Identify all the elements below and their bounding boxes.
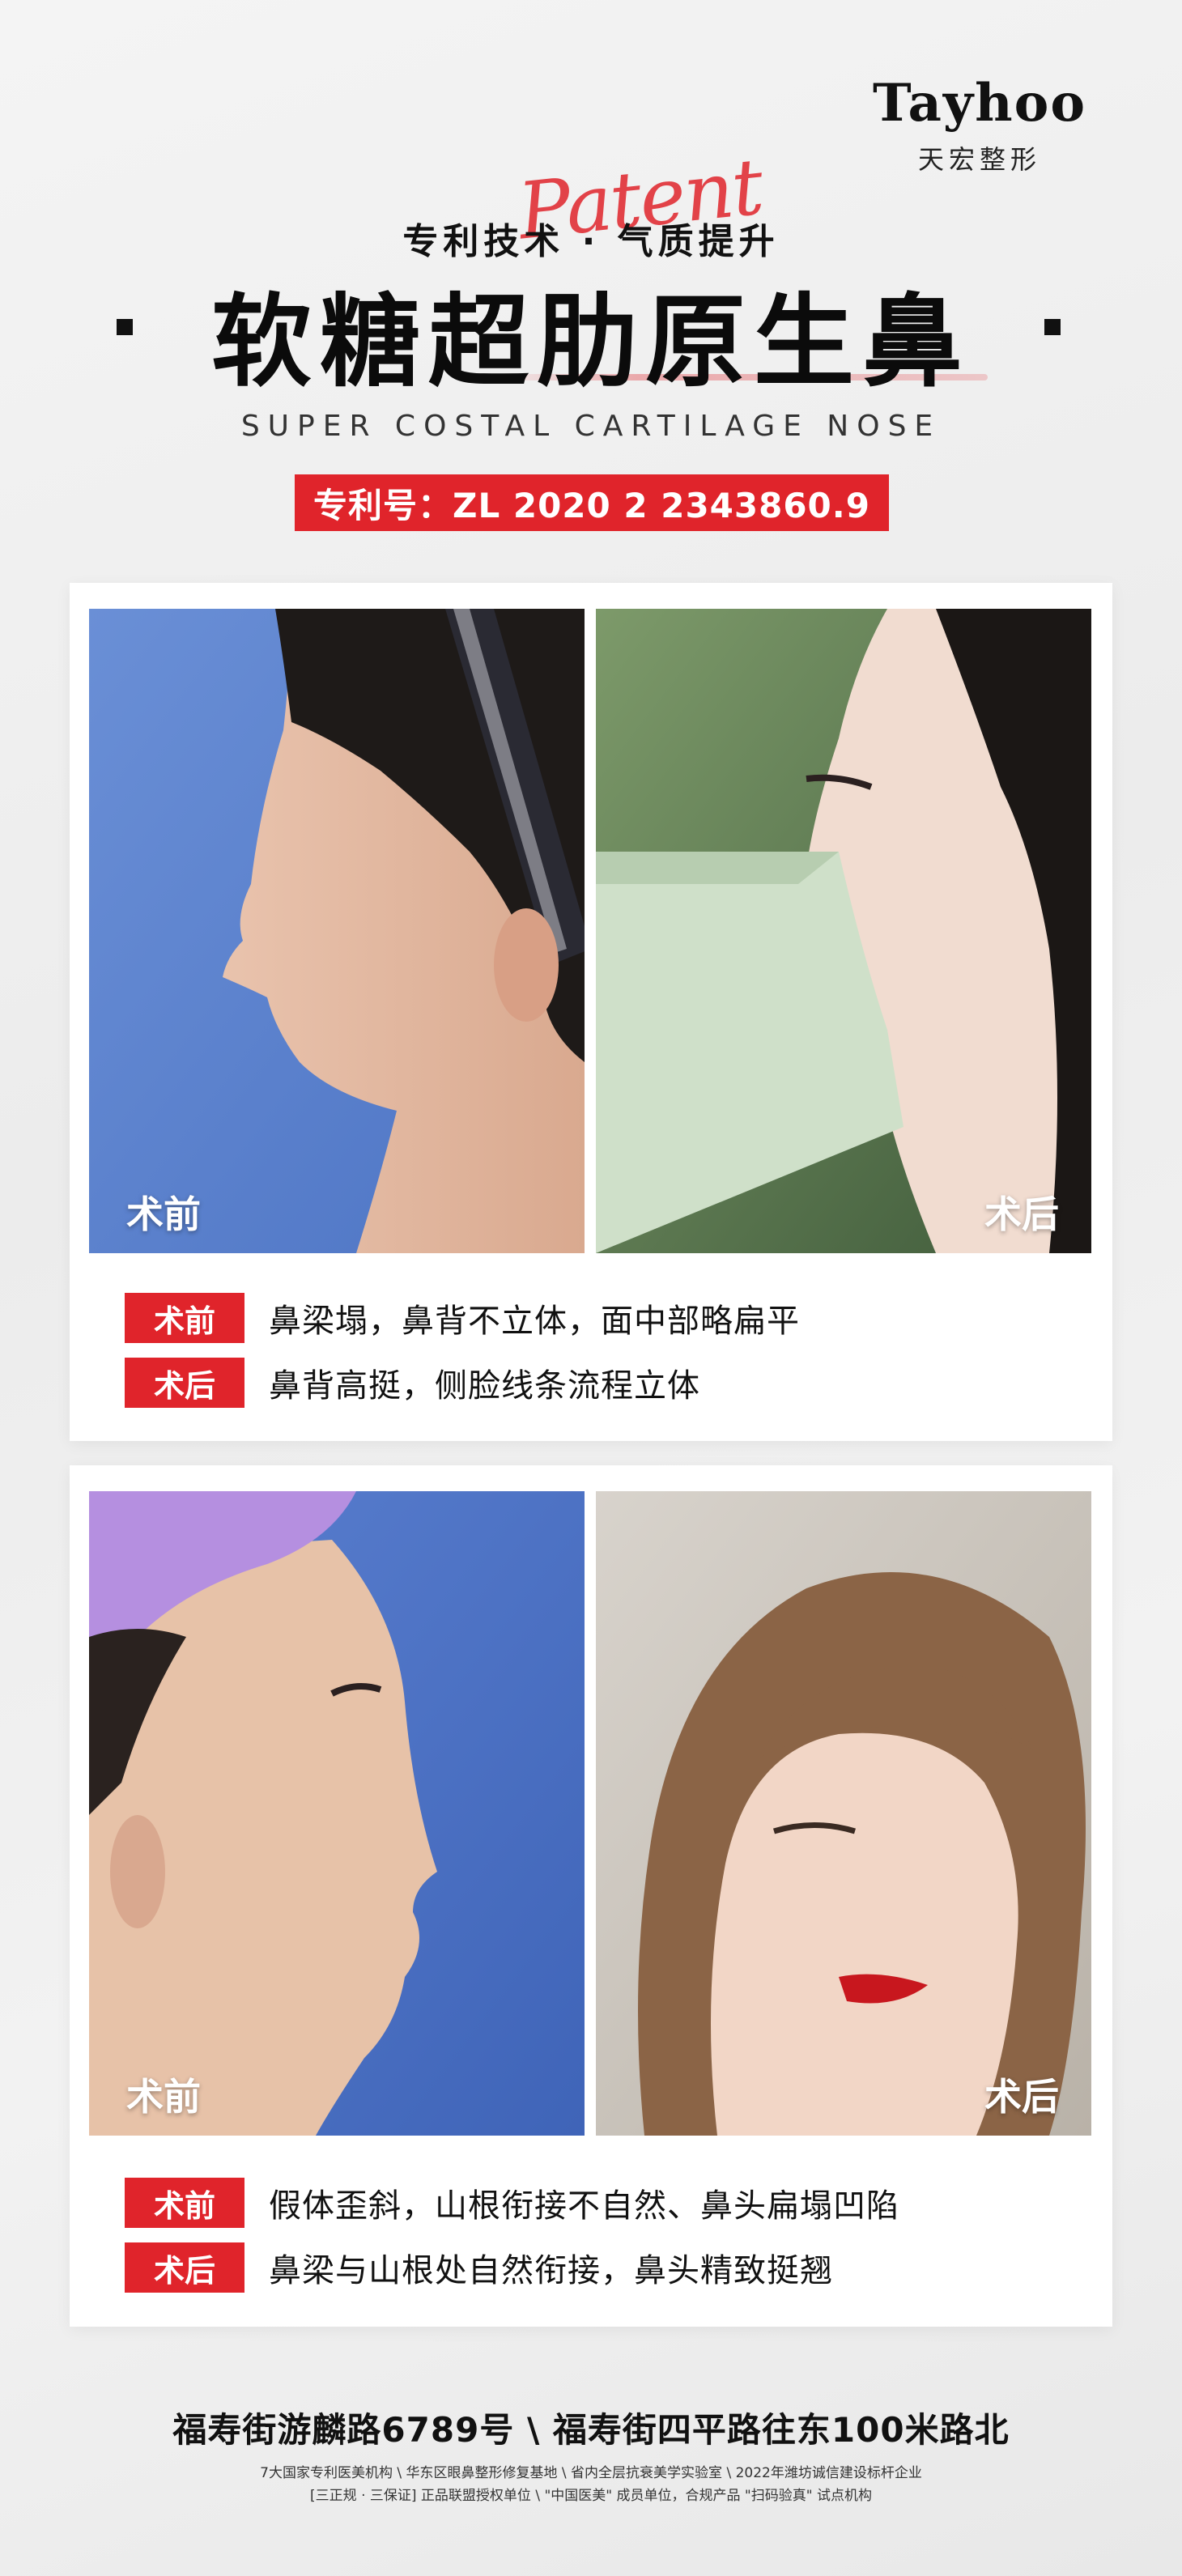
after-tag: 术后 (125, 2242, 244, 2293)
brand-logo: Tayhoo 天宏整形 (873, 78, 1086, 176)
before-photo-2: 术前 (89, 1491, 585, 2136)
after-photo-1: 术后 (596, 609, 1091, 1253)
address: 福寿街游麟路6789号 \ 福寿街四平路往东100米路北 (172, 2410, 1010, 2450)
desc-row: 术前 鼻梁塌，鼻背不立体，面中部略扁平 (125, 1293, 800, 1343)
patent-number-badge: 专利号：ZL 2020 2 2343860.9 (295, 474, 889, 531)
case-card-1: 术前 术后 术前 鼻梁塌，鼻背不立体，面中部略扁平 术后 鼻背高挺，侧脸线条流程… (70, 583, 1112, 1441)
footer-certifications: [三正规 · 三保证] 正品联盟授权单位 \ "中国医美" 成员单位，合规产品 … (310, 2488, 872, 2504)
page-title: 软糖超肋原生鼻 (210, 284, 971, 401)
brand-name: Tayhoo (872, 73, 1086, 134)
after-description: 鼻梁与山根处自然衔接，鼻头精致挺翘 (269, 2252, 833, 2289)
desc-row: 术后 鼻梁与山根处自然衔接，鼻头精致挺翘 (125, 2242, 833, 2293)
after-photo-2-image (596, 1491, 1091, 2136)
before-description: 假体歪斜，山根衔接不自然、鼻头扁塌凹陷 (269, 2187, 899, 2225)
before-description: 鼻梁塌，鼻背不立体，面中部略扁平 (269, 1303, 800, 1340)
before-label-2: 术前 (126, 2075, 201, 2119)
title-dot-left (117, 319, 133, 335)
after-photo-1-image (596, 609, 1091, 1253)
english-subtitle: SUPER COSTAL CARTILAGE NOSE (240, 410, 942, 443)
case-card-2: 术前 术后 术前 假体歪斜，山根衔接不自然、鼻头扁塌凹陷 术后 鼻梁与山根处自然… (70, 1465, 1112, 2327)
title-row: 软糖超肋原生鼻 (0, 272, 1182, 401)
after-label-2: 术后 (984, 2075, 1059, 2119)
before-label-1: 术前 (126, 1192, 201, 1236)
before-photo-1: 术前 (89, 609, 585, 1253)
after-description: 鼻背高挺，侧脸线条流程立体 (269, 1367, 700, 1405)
before-tag: 术前 (125, 1293, 244, 1343)
desc-row: 术前 假体歪斜，山根衔接不自然、鼻头扁塌凹陷 (125, 2178, 899, 2228)
after-tag: 术后 (125, 1358, 244, 1408)
footer-credentials: 7大国家专利医美机构 \ 华东区眼鼻整形修复基地 \ 省内全层抗衰美学实验室 \… (260, 2465, 922, 2481)
desc-row: 术后 鼻背高挺，侧脸线条流程立体 (125, 1358, 700, 1408)
before-photo-2-image (89, 1491, 585, 2136)
before-tag: 术前 (125, 2178, 244, 2228)
tagline: 专利技术 · 气质提升 (402, 221, 780, 262)
before-photo-1-image (89, 609, 585, 1253)
title-dot-right (1044, 319, 1061, 335)
after-photo-2: 术后 (596, 1491, 1091, 2136)
after-label-1: 术后 (984, 1192, 1059, 1236)
brand-subtitle: 天宏整形 (917, 144, 1041, 175)
